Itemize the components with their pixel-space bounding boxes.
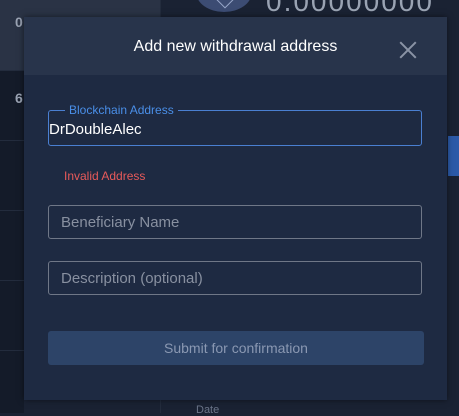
list-item-value: 0 [15, 14, 23, 30]
address-error-message: Invalid Address [64, 169, 146, 183]
add-address-modal: Add new withdrawal address Blockchain Ad… [24, 17, 447, 400]
blockchain-address-label: Blockchain Address [65, 103, 178, 117]
modal-header: Add new withdrawal address [24, 17, 447, 75]
list-item-value: 6 [15, 90, 23, 106]
description-field[interactable] [48, 261, 422, 295]
beneficiary-name-field[interactable] [48, 205, 422, 239]
beneficiary-name-input[interactable] [49, 206, 421, 238]
blockchain-address-field[interactable]: Blockchain Address DrDoubleAlec [48, 103, 422, 146]
description-input[interactable] [49, 262, 421, 294]
modal-title: Add new withdrawal address [133, 38, 338, 55]
balance-value: 0.00000000 [266, 0, 434, 17]
close-icon[interactable] [399, 41, 417, 59]
coin-icon [196, 0, 252, 12]
blockchain-address-value[interactable]: DrDoubleAlec [49, 122, 142, 138]
column-header-date: Date [196, 404, 220, 416]
submit-button[interactable]: Submit for confirmation [48, 331, 424, 365]
accent-tab[interactable] [448, 136, 459, 176]
